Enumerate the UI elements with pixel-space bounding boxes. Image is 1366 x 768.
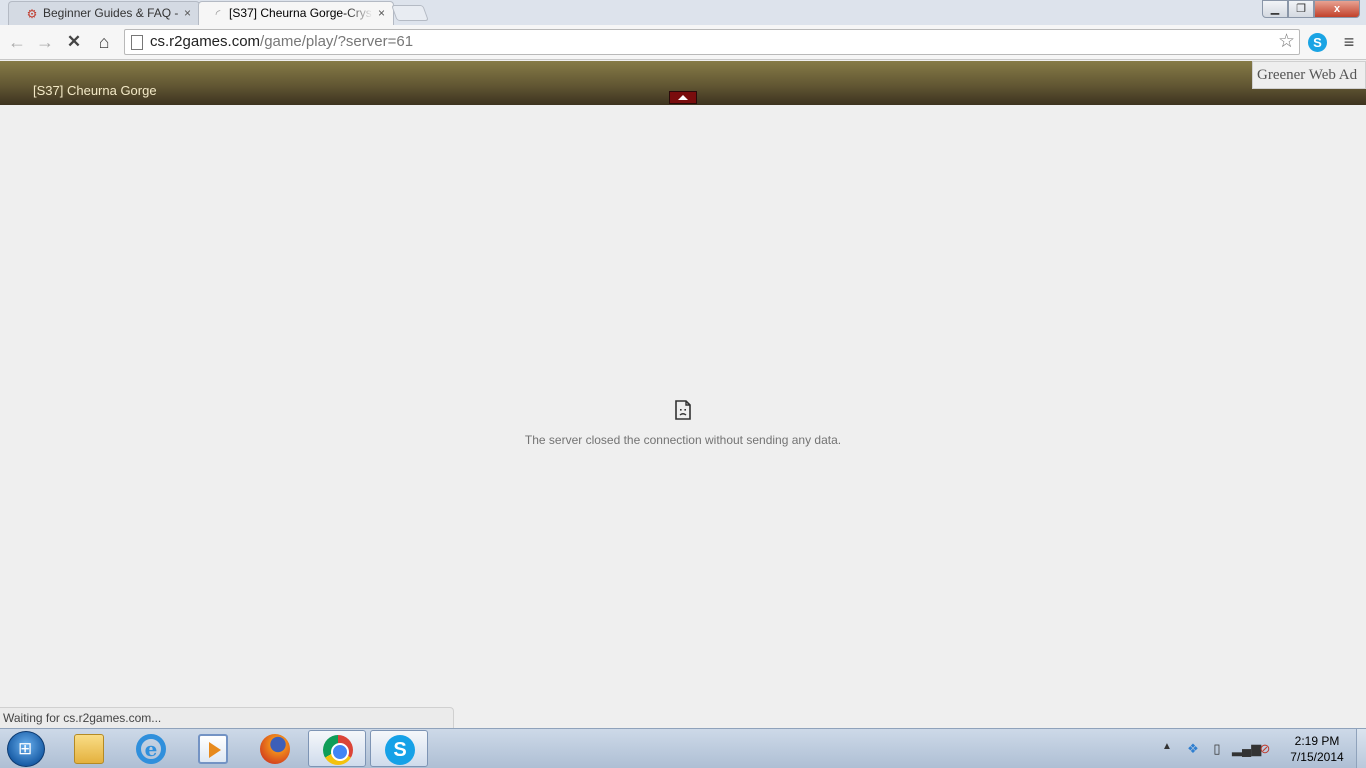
- tab-close-icon[interactable]: ×: [184, 2, 191, 25]
- battery-icon[interactable]: ▯: [1209, 741, 1225, 757]
- close-window-button[interactable]: x: [1314, 0, 1360, 18]
- minimize-button[interactable]: ▁: [1262, 0, 1288, 18]
- error-page: The server closed the connection without…: [0, 105, 1366, 728]
- taskbar-chrome-button[interactable]: [308, 730, 366, 767]
- back-button[interactable]: ←: [5, 30, 29, 54]
- volume-muted-icon[interactable]: ⊘: [1257, 741, 1273, 757]
- url-text[interactable]: cs.r2games.com/game/play/?server=61: [150, 33, 413, 50]
- show-desktop-button[interactable]: [1356, 729, 1366, 768]
- start-button[interactable]: ⊞: [7, 731, 45, 767]
- taskbar-skype-button[interactable]: S: [370, 730, 428, 767]
- chrome-icon: [323, 735, 353, 765]
- browser-tab-strip: ⚙ Beginner Guides & FAQ - × ◜ [S37] Cheu…: [0, 0, 1366, 25]
- collapse-header-button[interactable]: [669, 91, 697, 104]
- taskbar-media-player-button[interactable]: [184, 730, 242, 767]
- internet-explorer-icon: e: [136, 734, 166, 764]
- media-player-icon: [198, 734, 228, 764]
- show-hidden-icons-icon[interactable]: ▲: [1162, 741, 1172, 752]
- firefox-icon: [260, 734, 290, 764]
- windows-logo-icon: ⊞: [18, 739, 33, 758]
- taskbar-firefox-button[interactable]: [246, 730, 304, 767]
- signal-icon[interactable]: ▂▄▆: [1232, 741, 1261, 757]
- tab-cheurna-gorge[interactable]: ◜ [S37] Cheurna Gorge-Crys ×: [198, 1, 394, 25]
- error-message: The server closed the connection without…: [524, 433, 842, 447]
- home-button[interactable]: ⌂: [92, 30, 116, 54]
- stop-button[interactable]: ✕: [62, 30, 86, 54]
- greener-web-ad[interactable]: Greener Web Ad: [1252, 61, 1366, 89]
- loading-spinner-icon: ◜: [215, 7, 221, 21]
- page-icon: [131, 35, 143, 50]
- bookmark-star-icon[interactable]: ☆: [1278, 31, 1295, 53]
- url-domain: cs.r2games.com: [150, 33, 261, 50]
- address-bar[interactable]: cs.r2games.com/game/play/?server=61 ☆: [124, 29, 1300, 55]
- tab-title-fade: [343, 2, 373, 25]
- status-bubble: Waiting for cs.r2games.com...: [0, 707, 454, 728]
- game-header-band: [S37] Cheurna Gorge Greener Web Ad: [0, 61, 1366, 105]
- taskbar-ie-button[interactable]: e: [122, 730, 180, 767]
- skype-extension-icon[interactable]: S: [1308, 33, 1327, 52]
- forward-button[interactable]: →: [33, 30, 57, 54]
- dropbox-icon[interactable]: ❖: [1185, 741, 1201, 757]
- system-clock[interactable]: 2:19 PM 7/15/2014: [1280, 733, 1354, 765]
- url-path: /game/play/?server=61: [260, 33, 414, 50]
- tab-label: Beginner Guides & FAQ -: [43, 6, 179, 20]
- clock-date: 7/15/2014: [1290, 750, 1344, 764]
- chrome-menu-icon[interactable]: ≡: [1338, 31, 1360, 53]
- clock-time: 2:19 PM: [1294, 734, 1340, 748]
- taskbar-explorer-button[interactable]: [60, 730, 118, 767]
- maximize-button[interactable]: ❐: [1288, 0, 1314, 18]
- folder-icon: [74, 734, 104, 764]
- skype-icon: S: [385, 735, 415, 765]
- tab-close-icon[interactable]: ×: [378, 2, 385, 25]
- tab-beginner-guides[interactable]: ⚙ Beginner Guides & FAQ - ×: [8, 1, 200, 25]
- new-tab-button[interactable]: [391, 5, 429, 21]
- browser-toolbar: ← → ✕ ⌂ cs.r2games.com/game/play/?server…: [0, 25, 1366, 60]
- sad-page-icon: [675, 400, 691, 420]
- windows-taskbar: ⊞ e S ▲ ❖ ▯ ▂▄▆ ⊘ 2:19 PM 7/15/2014: [0, 728, 1366, 768]
- game-server-title: [S37] Cheurna Gorge: [33, 83, 157, 98]
- r2-logo-icon: ⚙: [26, 7, 38, 21]
